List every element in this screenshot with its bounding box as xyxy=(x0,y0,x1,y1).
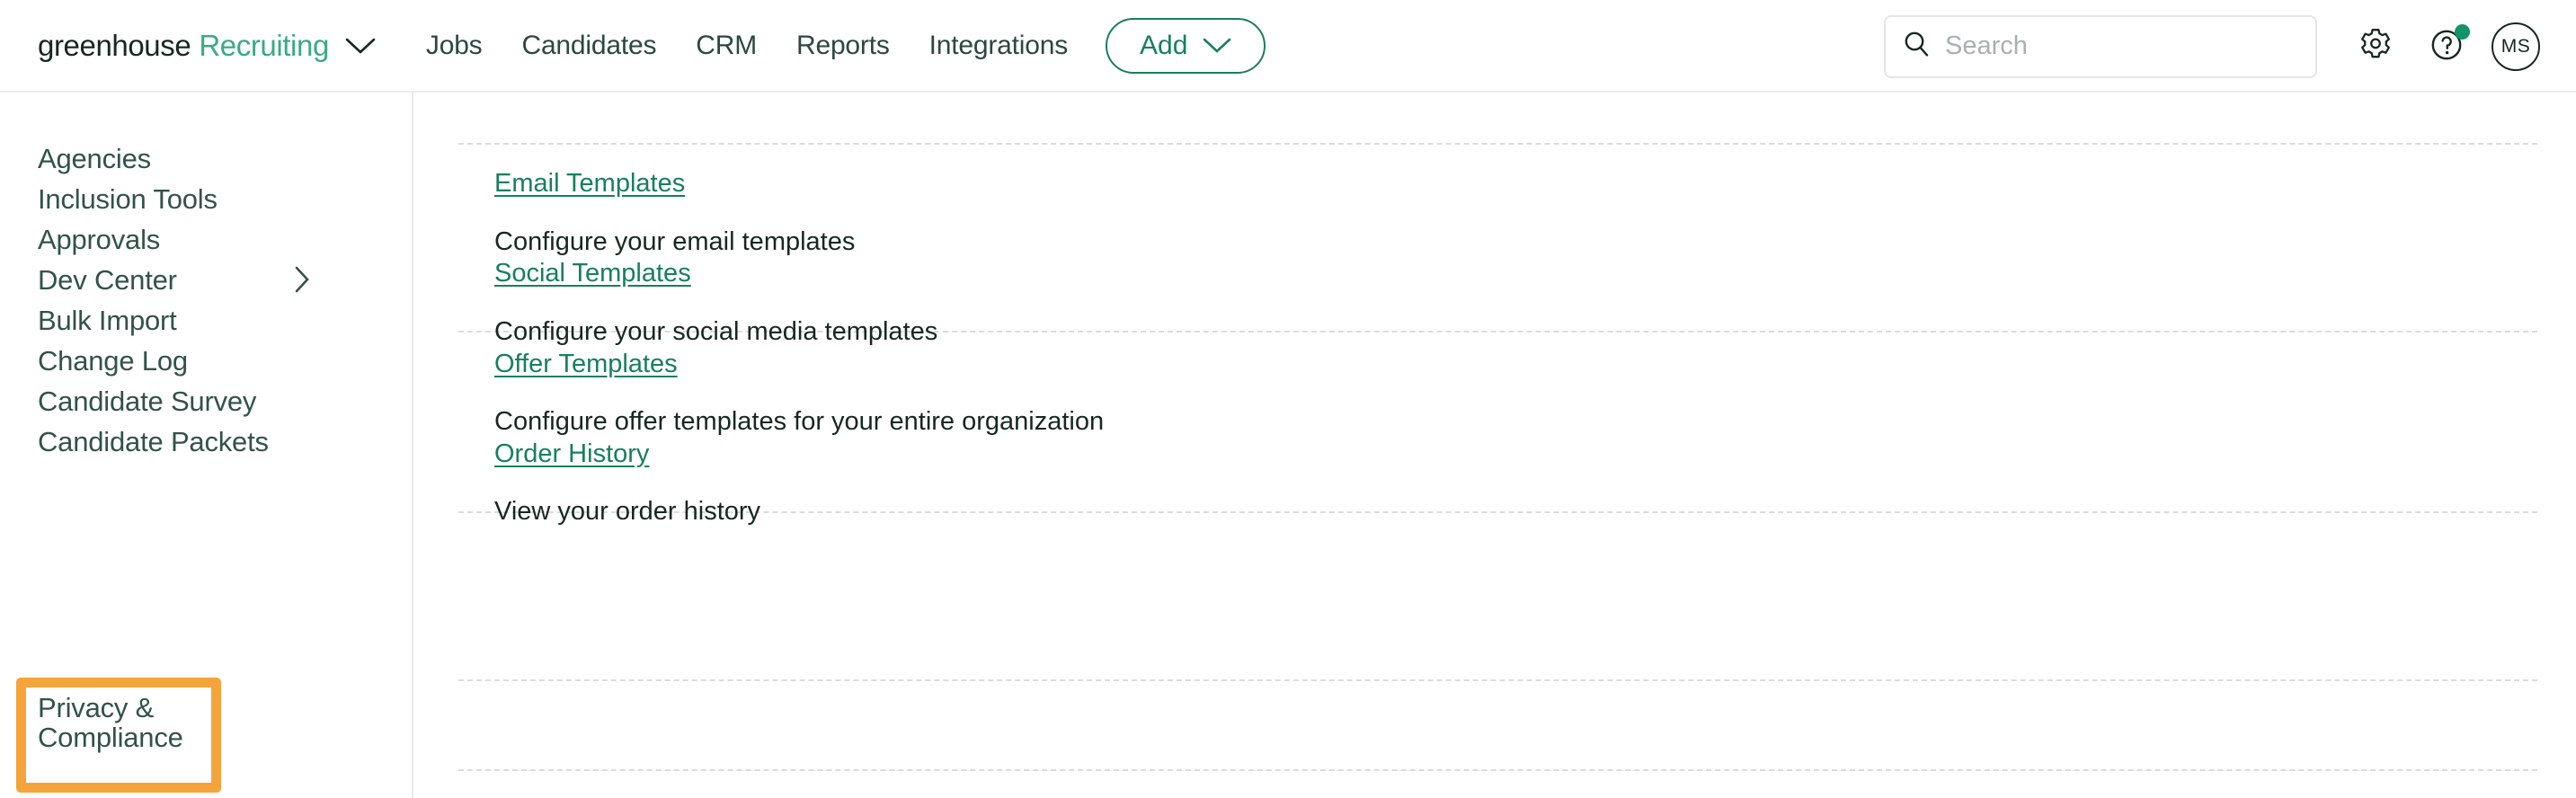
sidebar-item-dev-center[interactable]: Dev Center xyxy=(38,266,177,294)
sidebar-item-bulk-import[interactable]: Bulk Import xyxy=(38,306,177,334)
search-input[interactable] xyxy=(1945,31,2299,61)
settings-sidebar: Agencies Inclusion Tools Approvals Dev C… xyxy=(0,93,413,798)
nav-item-crm[interactable]: CRM xyxy=(696,31,757,61)
settings-main-content: Email Templates Configure your email tem… xyxy=(415,93,2576,798)
sidebar-item-candidate-survey[interactable]: Candidate Survey xyxy=(38,387,256,415)
greenhouse-logo[interactable]: greenhouse Recruiting xyxy=(38,29,376,63)
nav-item-jobs[interactable]: Jobs xyxy=(426,31,483,61)
logo-primary-text: greenhouse xyxy=(38,28,191,62)
link-social-templates[interactable]: Social Templates xyxy=(494,259,691,288)
row-divider xyxy=(458,769,2537,771)
avatar[interactable]: MS xyxy=(2492,22,2540,71)
help-button[interactable] xyxy=(2420,19,2475,75)
desc-order-history: View your order history xyxy=(494,497,761,526)
row-divider xyxy=(458,511,2537,513)
link-email-templates[interactable]: Email Templates xyxy=(494,169,685,199)
sidebar-item-candidate-packets[interactable]: Candidate Packets xyxy=(38,428,269,456)
add-button[interactable]: Add xyxy=(1106,17,1266,74)
search-box[interactable] xyxy=(1884,14,2317,78)
add-button-label: Add xyxy=(1140,30,1188,60)
settings-button[interactable] xyxy=(2348,19,2403,75)
link-offer-templates[interactable]: Offer Templates xyxy=(494,350,678,379)
desc-email-templates: Configure your email templates xyxy=(494,227,856,256)
gear-icon xyxy=(2357,26,2394,66)
sidebar-item-inclusion-tools[interactable]: Inclusion Tools xyxy=(38,185,218,213)
primary-navigation: Jobs Candidates CRM Reports Integrations xyxy=(426,31,1068,61)
header-right-controls: MS xyxy=(1884,0,2576,93)
row-divider xyxy=(458,143,2537,145)
sidebar-item-privacy-compliance[interactable]: Privacy & Compliance xyxy=(38,693,209,753)
nav-item-reports[interactable]: Reports xyxy=(796,31,890,61)
search-icon xyxy=(1902,30,1931,63)
settings-list-container: Email Templates Configure your email tem… xyxy=(458,93,2576,798)
chevron-down-icon xyxy=(1203,31,1231,61)
nav-item-candidates[interactable]: Candidates xyxy=(521,31,656,61)
sidebar-item-approvals[interactable]: Approvals xyxy=(38,226,160,253)
chevron-right-icon[interactable] xyxy=(293,265,311,294)
top-header-bar: greenhouse Recruiting Jobs Candidates CR… xyxy=(0,0,2576,93)
link-order-history[interactable]: Order History xyxy=(494,439,649,469)
chevron-down-icon[interactable] xyxy=(345,37,376,55)
sidebar-item-change-log[interactable]: Change Log xyxy=(38,347,188,375)
nav-item-integrations[interactable]: Integrations xyxy=(929,31,1069,61)
sidebar-item-agencies[interactable]: Agencies xyxy=(38,145,151,173)
avatar-initials: MS xyxy=(2500,35,2531,57)
logo-secondary-text: Recruiting xyxy=(199,28,329,62)
notification-dot xyxy=(2455,23,2470,40)
desc-offer-templates: Configure offer templates for your entir… xyxy=(494,407,1105,436)
row-divider xyxy=(458,679,2537,681)
desc-social-templates: Configure your social media templates xyxy=(494,317,938,346)
